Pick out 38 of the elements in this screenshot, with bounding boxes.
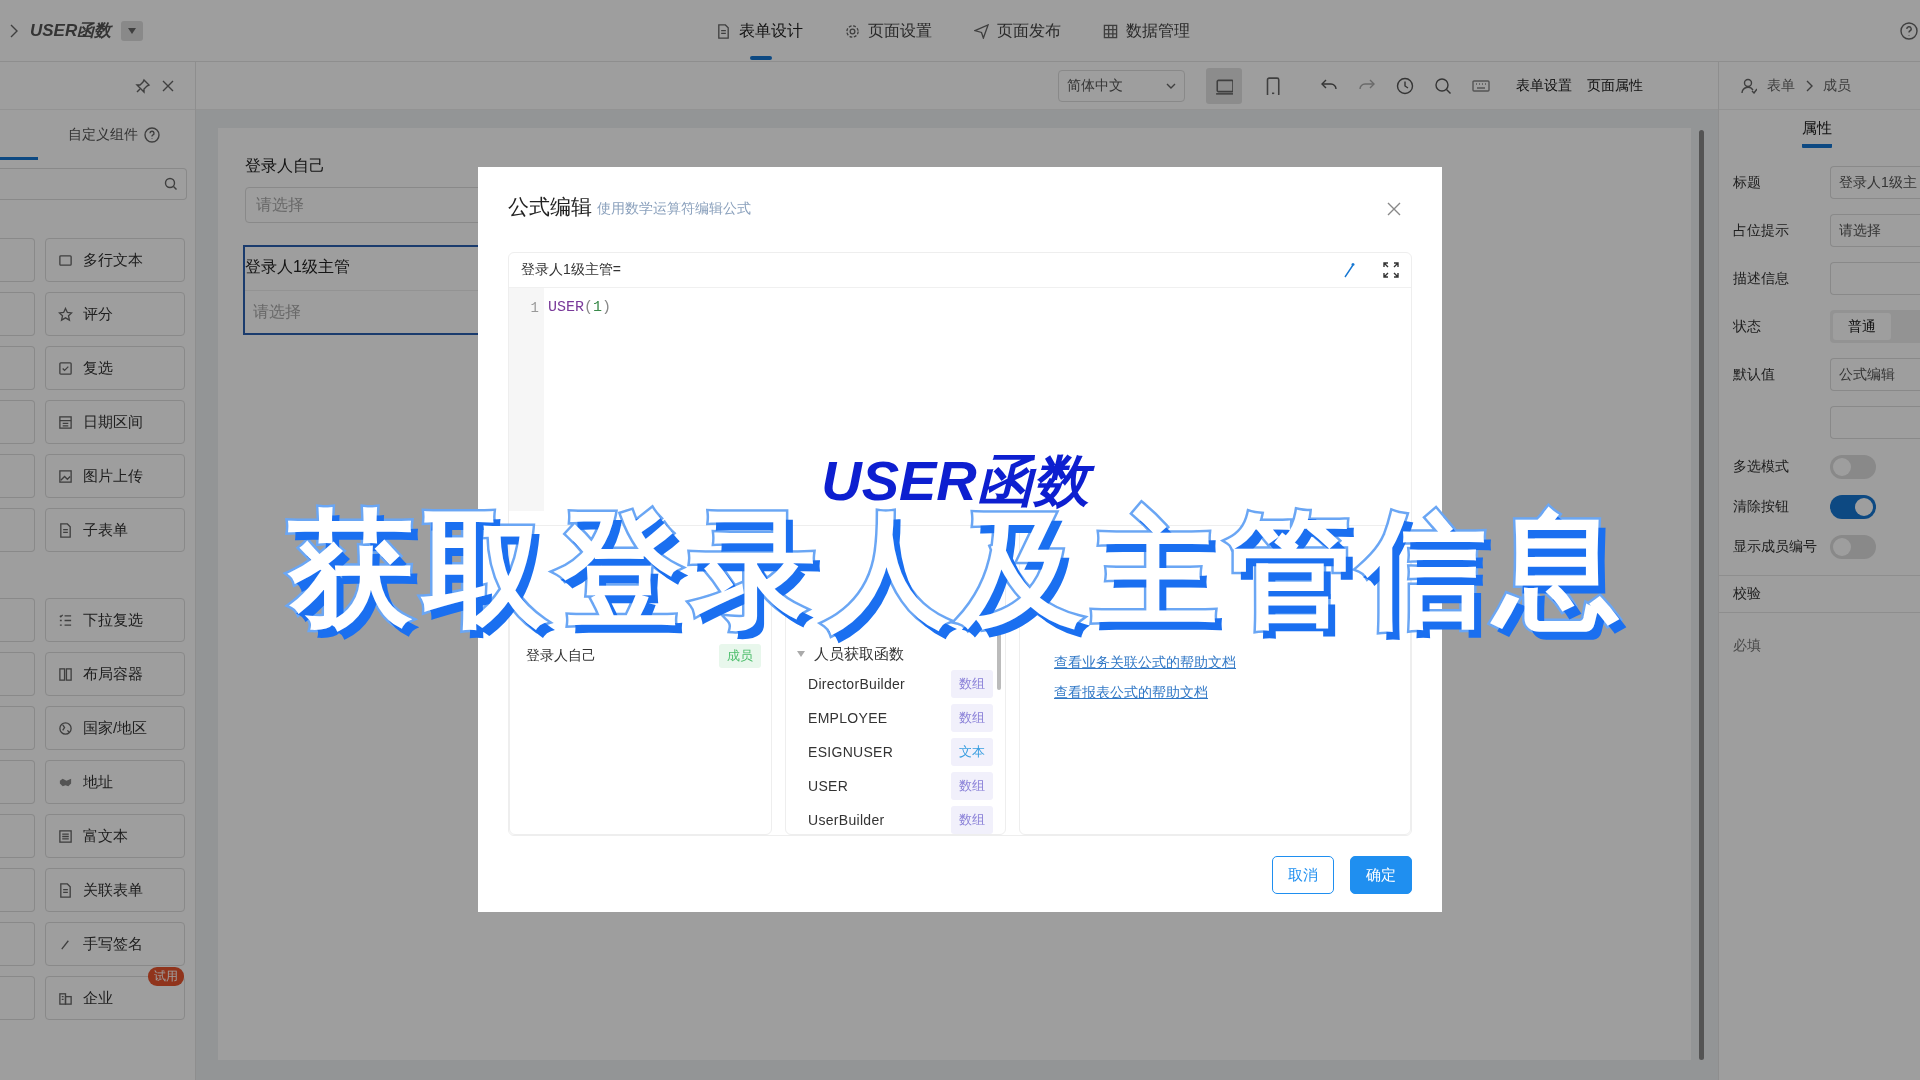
field-label: 登录人自己 [245, 156, 326, 176]
type-tag: 数组 [951, 670, 993, 698]
tile-label: 手写签名 [83, 934, 143, 954]
tile-label: 评分 [83, 304, 113, 324]
tile-label: 多行文本 [83, 250, 143, 270]
property-label: 描述信息 [1733, 269, 1790, 288]
dialog-title: 公式编辑 [508, 193, 592, 220]
tile-label: 布局容器 [83, 664, 143, 684]
type-tag: 数组 [951, 772, 993, 800]
tile-label: 国家/地区 [83, 718, 148, 738]
app-title: USER函数 [30, 20, 112, 42]
property-label: 清除按钮 [1733, 497, 1790, 516]
tile-label: 关联表单 [83, 880, 143, 900]
type-tag: 数组 [951, 806, 993, 834]
tile-label: 日期区间 [83, 412, 143, 432]
tile-label: 富文本 [83, 826, 128, 846]
tile-label: 图片上传 [83, 466, 143, 486]
language-value: 简体中文 [1067, 76, 1123, 95]
dialog-subtitle: 使用数学运算符编辑公式 [597, 199, 751, 218]
trial-badge: 试用 [148, 967, 184, 986]
tile-label: 下拉复选 [83, 610, 143, 630]
tile-label: 企业 [83, 988, 113, 1008]
type-tag: 数组 [951, 704, 993, 732]
property-label: 默认值 [1733, 365, 1776, 384]
property-label: 必填 [1732, 636, 1762, 655]
property-label: 占位提示 [1733, 221, 1790, 240]
property-label: 状态 [1733, 317, 1762, 336]
formula-label: 登录人1级主管= [521, 261, 622, 280]
property-label: 显示成员编号 [1733, 537, 1818, 556]
line-number: 1 [530, 299, 539, 319]
type-tag: 成员 [719, 644, 761, 668]
section-header: 校验 [1719, 575, 1920, 613]
property-label: 多选模式 [1733, 457, 1790, 476]
tile-label: 子表单 [83, 520, 128, 540]
type-tag: 文本 [951, 738, 993, 766]
tile-label: 地址 [83, 772, 113, 792]
property-label: 标题 [1733, 173, 1762, 192]
tile-label: 复选 [83, 358, 113, 378]
